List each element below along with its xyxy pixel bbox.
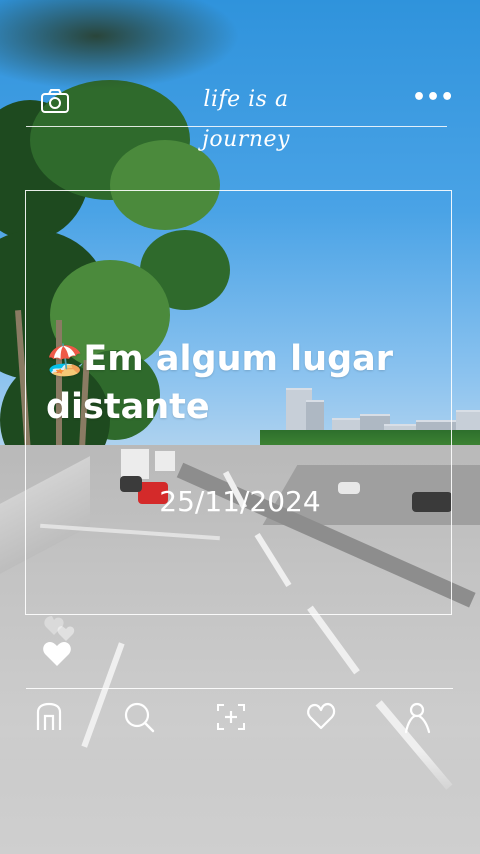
post-date: 25/11/2024	[159, 485, 321, 518]
nav-divider	[26, 688, 453, 689]
story-overlay: life is a journey ••• 🏖️Em algum lugar d…	[0, 0, 480, 854]
post-caption: 🏖️Em algum lugar distante	[46, 336, 466, 430]
search-icon[interactable]	[122, 700, 156, 734]
bottom-nav	[26, 696, 453, 738]
top-bar: life is a journey •••	[26, 80, 454, 152]
beach-umbrella-emoji: 🏖️	[46, 343, 84, 378]
caption-text: Em algum lugar distante	[46, 339, 394, 427]
heart-icon[interactable]	[42, 640, 72, 668]
heart-outline-icon[interactable]	[304, 700, 338, 734]
top-divider	[26, 126, 447, 127]
profile-icon[interactable]	[400, 700, 434, 734]
app-title: life is a journey	[202, 87, 290, 152]
camera-icon[interactable]	[40, 88, 70, 114]
home-icon[interactable]	[32, 700, 66, 734]
add-post-icon[interactable]	[214, 700, 248, 734]
more-dots-icon[interactable]: •••	[412, 87, 454, 112]
